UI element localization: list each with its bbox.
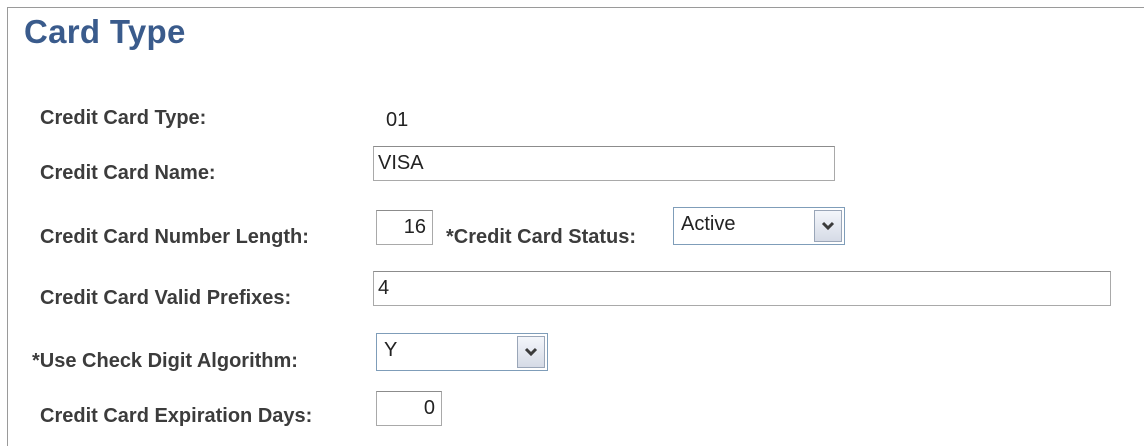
card-status-value: Active xyxy=(681,213,736,235)
page-title: Card Type xyxy=(24,13,186,50)
card-name-input[interactable]: VISA xyxy=(373,146,835,181)
chevron-down-icon xyxy=(524,347,538,357)
valid-prefixes-input[interactable]: 4 xyxy=(373,271,1111,306)
number-length-input[interactable]: 16 xyxy=(376,210,433,245)
check-digit-value: Y xyxy=(384,339,398,361)
check-digit-dropdown-button[interactable] xyxy=(517,336,545,368)
card-status-label: *Credit Card Status: xyxy=(446,226,637,248)
card-name-label: Credit Card Name: xyxy=(40,162,216,184)
expiration-days-label: Credit Card Expiration Days: xyxy=(40,405,313,427)
check-digit-label: *Use Check Digit Algorithm: xyxy=(32,350,298,372)
number-length-label: Credit Card Number Length: xyxy=(40,226,309,248)
valid-prefixes-label: Credit Card Valid Prefixes: xyxy=(40,287,292,309)
expiration-days-input[interactable]: 0 xyxy=(376,391,442,426)
card-type-label: Credit Card Type: xyxy=(40,107,207,129)
check-digit-select[interactable]: Y xyxy=(376,333,548,371)
chevron-down-icon xyxy=(821,221,835,231)
card-type-value: 01 xyxy=(386,109,409,131)
card-status-select[interactable]: Active xyxy=(673,207,845,245)
card-status-dropdown-button[interactable] xyxy=(814,210,842,242)
